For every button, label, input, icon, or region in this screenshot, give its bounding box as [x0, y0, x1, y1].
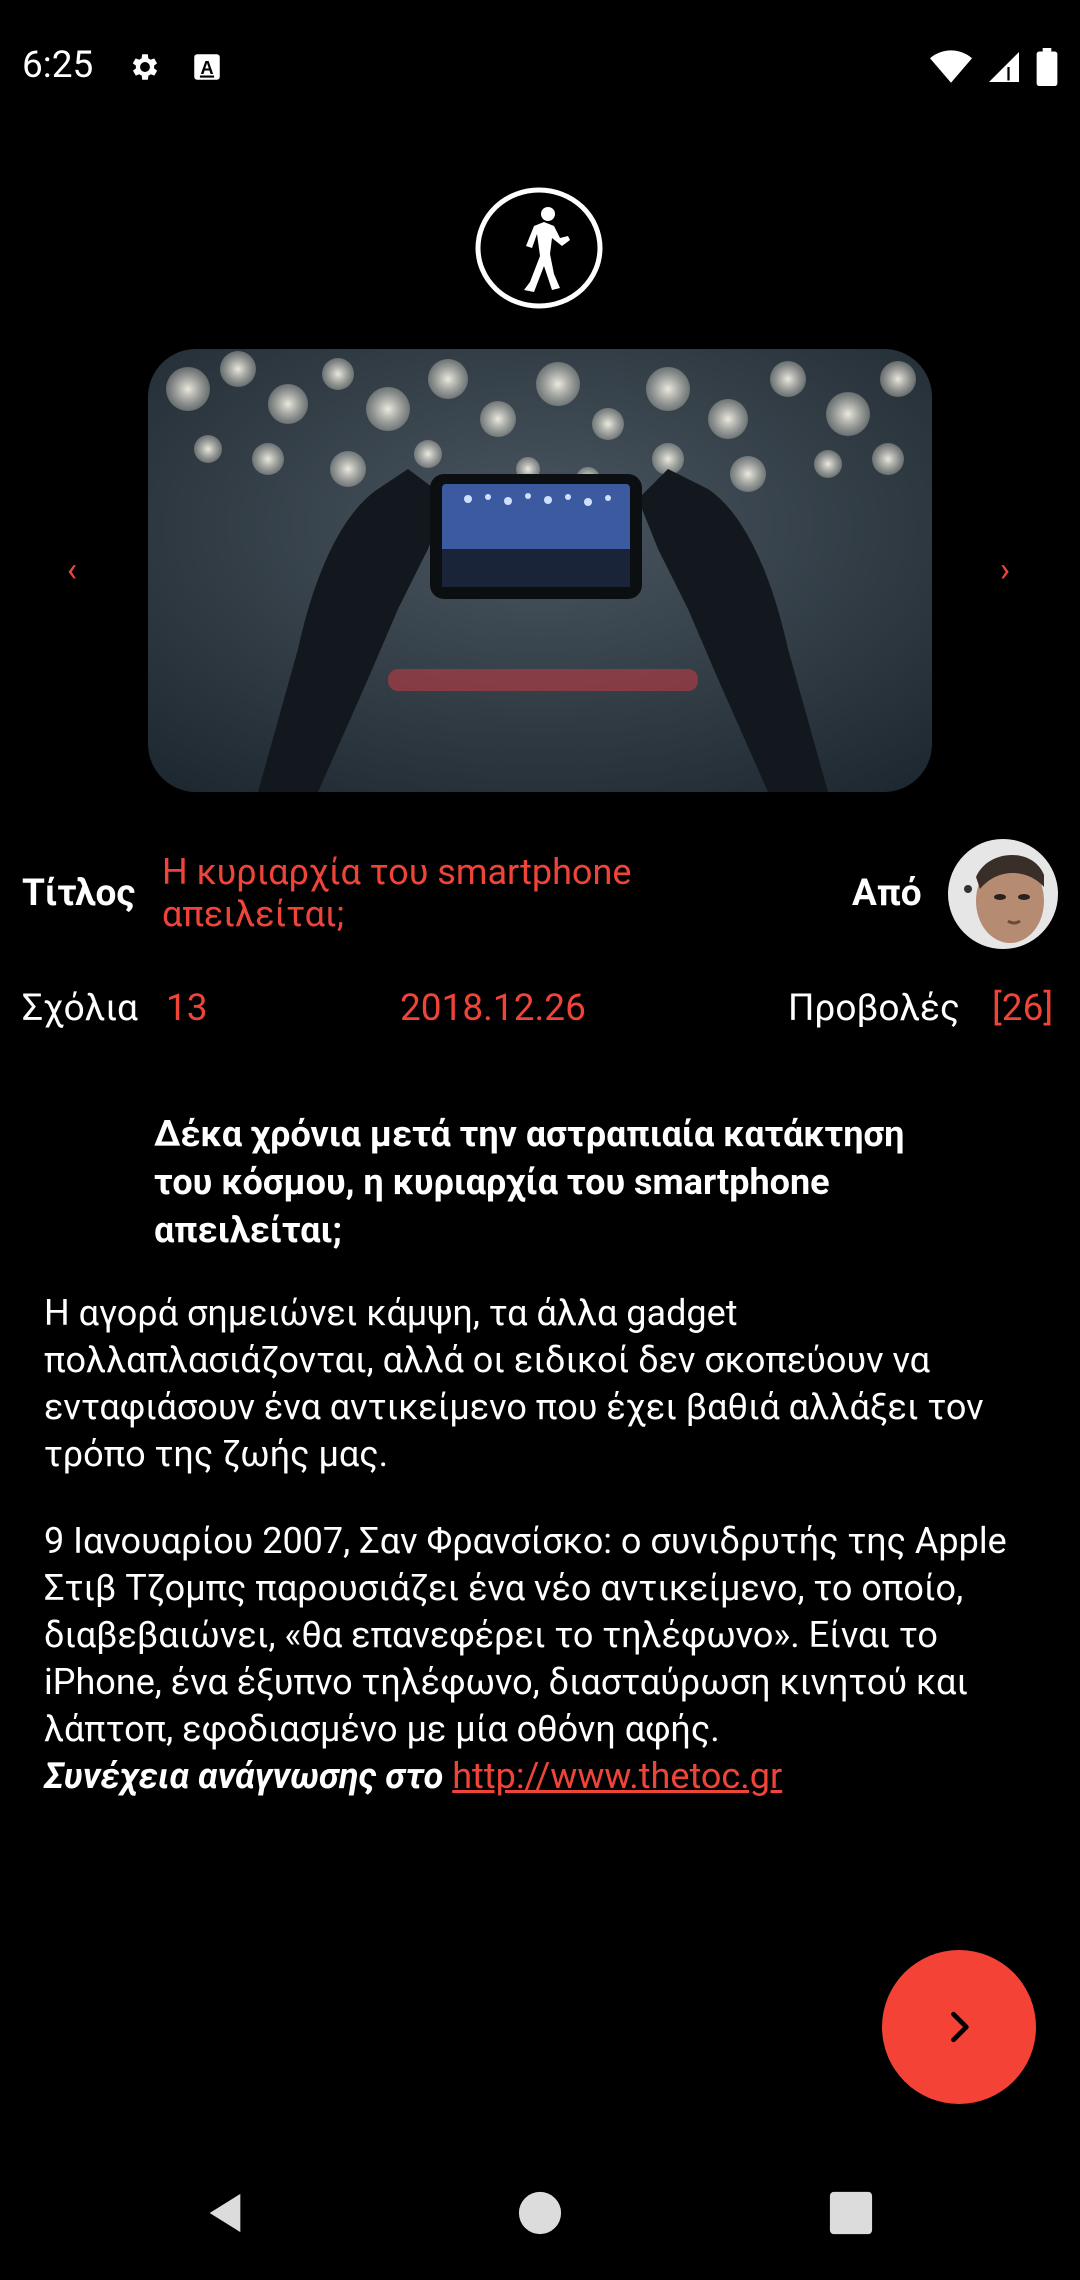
- title-label: Τίτλος: [22, 872, 136, 915]
- read-more-link[interactable]: http://www.thetoc.gr: [452, 1755, 782, 1797]
- keyboard-a-icon: A: [194, 54, 220, 80]
- article-subtitle: Δέκα χρόνια μετά την αστραπιαία κατάκτησ…: [154, 1113, 905, 1251]
- wifi-icon: [930, 50, 972, 83]
- status-right-icons: [930, 48, 1058, 86]
- status-bar: 6:25 A: [0, 0, 1080, 134]
- article-paragraph-1: Η αγορά σημειώνει κάμψη, τα άλλα gadget …: [44, 1292, 984, 1475]
- article-paragraph-2: 9 Ιανουαρίου 2007, Σαν Φρανσίσκο: ο συνι…: [44, 1518, 1044, 1800]
- cell-signal-icon: [989, 52, 1019, 82]
- settings-icon: [132, 54, 158, 80]
- next-article-button[interactable]: [882, 1950, 1036, 2104]
- status-time: 6:25: [22, 44, 94, 87]
- carousel-next-button[interactable]: ›: [985, 545, 1025, 595]
- recents-nav-icon[interactable]: [828, 2190, 874, 2236]
- read-more-label: Συνέχεια ανάγνωσης στο: [44, 1755, 444, 1797]
- views-count: [26]: [992, 987, 1054, 1030]
- article-paragraph-2-text: 9 Ιανουαρίου 2007, Σαν Φρανσίσκο: ο συνι…: [44, 1520, 1007, 1750]
- author-label: Από: [852, 872, 922, 915]
- article-date: 2018.12.26: [400, 987, 586, 1030]
- screen: 6:25 A ‹ › Τίτλος Η κυριαρχία του smartp…: [0, 0, 1080, 2280]
- comments-label: Σχόλια: [22, 987, 138, 1030]
- carousel-prev-button[interactable]: ‹: [52, 545, 92, 595]
- article-title: Η κυριαρχία του smartphone απειλείται;: [162, 851, 632, 935]
- views-label: Προβολές: [788, 987, 960, 1030]
- author-avatar[interactable]: [948, 839, 1058, 949]
- back-nav-icon[interactable]: [202, 2190, 248, 2236]
- home-nav-icon[interactable]: [517, 2190, 563, 2236]
- svg-text:A: A: [200, 57, 213, 78]
- walking-man-logo-icon: [475, 187, 603, 309]
- carousel-image[interactable]: [148, 349, 932, 792]
- chevron-right-icon: [951, 2011, 969, 2043]
- battery-icon: [1036, 48, 1058, 86]
- comments-count: 13: [166, 987, 208, 1030]
